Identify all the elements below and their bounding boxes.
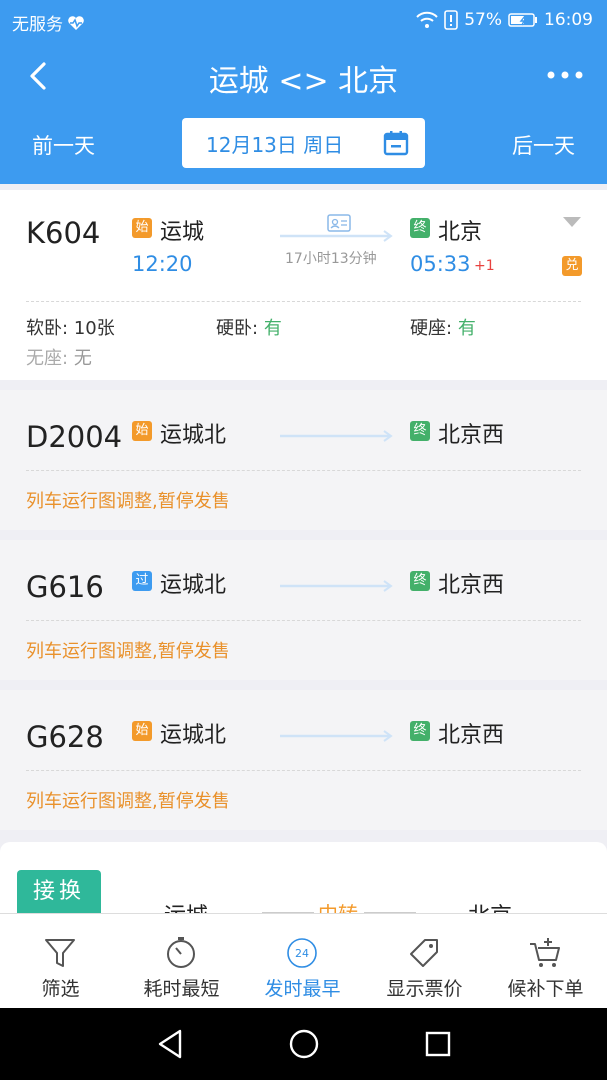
arrive-time: 05:33 <box>410 252 471 276</box>
divider <box>26 620 581 621</box>
train-card-k604[interactable]: K604 始 运城 12:20 17小时13分钟 终 北京 05:33 +1 兑… <box>0 190 607 380</box>
wifi-icon <box>416 11 438 28</box>
seat-value: 有 <box>457 318 476 339</box>
duration-label: 17小时13分钟 <box>285 251 377 267</box>
sort-shortest-duration-button[interactable]: 耗时最短 <box>121 914 242 1009</box>
transfer-card[interactable]: 接换 运城 中转 北京 <box>0 842 607 929</box>
route-arrow-icon <box>280 580 393 592</box>
page-title: 运城 <> 北京 <box>208 64 399 99</box>
train-number: G616 <box>26 570 104 604</box>
destination-station: 北京西 <box>438 573 505 598</box>
seat-value: 10张 <box>73 318 115 339</box>
clock-24-icon: 24 <box>287 938 317 968</box>
timer-icon <box>167 937 195 968</box>
price-tag-icon <box>410 939 438 967</box>
route-arrow-icon <box>280 730 393 742</box>
route-arrow-icon <box>280 230 393 242</box>
seat-soft-sleeper: 软卧: 10张 <box>26 314 115 340</box>
origin-station: 运城北 <box>160 423 227 448</box>
nav-back-icon[interactable] <box>154 1028 186 1060</box>
transfer-badge: 接换 <box>17 870 101 914</box>
origin-start-badge: 始 <box>132 721 152 741</box>
seat-name: 无座: <box>26 348 69 369</box>
more-options-icon[interactable] <box>545 60 585 90</box>
seat-hard-sleeper: 硬卧: 有 <box>216 314 282 340</box>
destination-end-badge: 终 <box>410 571 430 591</box>
route-arrow-icon <box>280 430 393 442</box>
status-bar: 无服务 57% 16:09 <box>0 0 607 42</box>
date-picker[interactable]: 12月13日 周日 <box>182 118 425 168</box>
seat-name: 硬卧: <box>216 318 259 339</box>
exchange-badge: 兑 <box>562 256 582 276</box>
origin-station: 运城 <box>160 220 205 245</box>
tab-label: 候补下单 <box>507 978 584 1000</box>
waitlist-order-button[interactable]: 候补下单 <box>485 914 606 1009</box>
clock-time: 16:09 <box>544 10 593 30</box>
bottom-toolbar: 筛选 耗时最短 24 发时最早 显示票价 候补下单 <box>0 913 607 1009</box>
destination-station: 北京西 <box>438 723 505 748</box>
seat-hard-seat: 硬座: 有 <box>410 314 476 340</box>
show-price-button[interactable]: 显示票价 <box>364 914 485 1009</box>
destination-station: 北京西 <box>438 423 505 448</box>
prev-day-button[interactable]: 前一天 <box>32 130 95 160</box>
seat-value: 有 <box>263 318 282 339</box>
divider <box>26 470 581 471</box>
sim-alert-icon <box>444 10 459 30</box>
seat-name: 硬座: <box>410 318 453 339</box>
train-number: D2004 <box>26 420 123 454</box>
tab-label: 显示票价 <box>386 978 463 1000</box>
destination-station: 北京 <box>438 220 483 245</box>
depart-time: 12:20 <box>132 252 193 276</box>
sale-suspended-notice: 列车运行图调整,暂停发售 <box>26 641 230 662</box>
sort-earliest-departure-button[interactable]: 24 发时最早 <box>242 914 363 1009</box>
train-card-d2004[interactable]: D2004 始 运城北 终 北京西 列车运行图调整,暂停发售 <box>0 390 607 530</box>
origin-station: 运城北 <box>160 573 227 598</box>
destination-end-badge: 终 <box>410 721 430 741</box>
seat-value: 无 <box>73 348 92 369</box>
seat-name: 软卧: <box>26 318 69 339</box>
origin-start-badge: 始 <box>132 218 152 238</box>
filter-icon <box>45 939 75 967</box>
origin-pass-badge: 过 <box>132 571 152 591</box>
destination-end-badge: 终 <box>410 421 430 441</box>
nav-home-icon[interactable] <box>288 1028 320 1060</box>
train-number: G628 <box>26 720 104 754</box>
origin-start-badge: 始 <box>132 421 152 441</box>
heart-rate-icon <box>68 15 84 30</box>
svg-text:24: 24 <box>295 947 309 960</box>
carrier-label: 无服务 <box>12 15 63 35</box>
tab-label: 筛选 <box>41 978 80 1000</box>
train-number: K604 <box>26 216 101 250</box>
sale-suspended-notice: 列车运行图调整,暂停发售 <box>26 491 230 512</box>
title-bar: 运城 <> 北京 <box>0 42 607 114</box>
date-label: 12月13日 周日 <box>206 133 344 157</box>
expand-caret-icon[interactable] <box>562 216 582 228</box>
tab-label: 发时最早 <box>264 978 341 1000</box>
origin-station: 运城北 <box>160 723 227 748</box>
calendar-icon <box>383 131 409 156</box>
train-card-g628[interactable]: G628 始 运城北 终 北京西 列车运行图调整,暂停发售 <box>0 690 607 830</box>
divider <box>26 770 581 771</box>
cart-add-icon <box>530 938 560 967</box>
train-card-g616[interactable]: G616 过 运城北 终 北京西 列车运行图调整,暂停发售 <box>0 540 607 680</box>
seat-no-seat: 无座: 无 <box>26 344 92 370</box>
next-day-button[interactable]: 后一天 <box>512 130 575 160</box>
filter-button[interactable]: 筛选 <box>0 914 121 1009</box>
nav-recents-icon[interactable] <box>422 1028 454 1060</box>
tab-label: 耗时最短 <box>143 978 220 1000</box>
battery-percent: 57% <box>464 10 502 30</box>
system-nav-bar <box>0 1008 607 1080</box>
destination-end-badge: 终 <box>410 218 430 238</box>
arrive-day-offset: +1 <box>474 258 495 274</box>
date-bar: 前一天 12月13日 周日 后一天 <box>0 114 607 184</box>
battery-charging-icon <box>508 13 537 27</box>
divider <box>26 301 581 302</box>
sale-suspended-notice: 列车运行图调整,暂停发售 <box>26 791 230 812</box>
